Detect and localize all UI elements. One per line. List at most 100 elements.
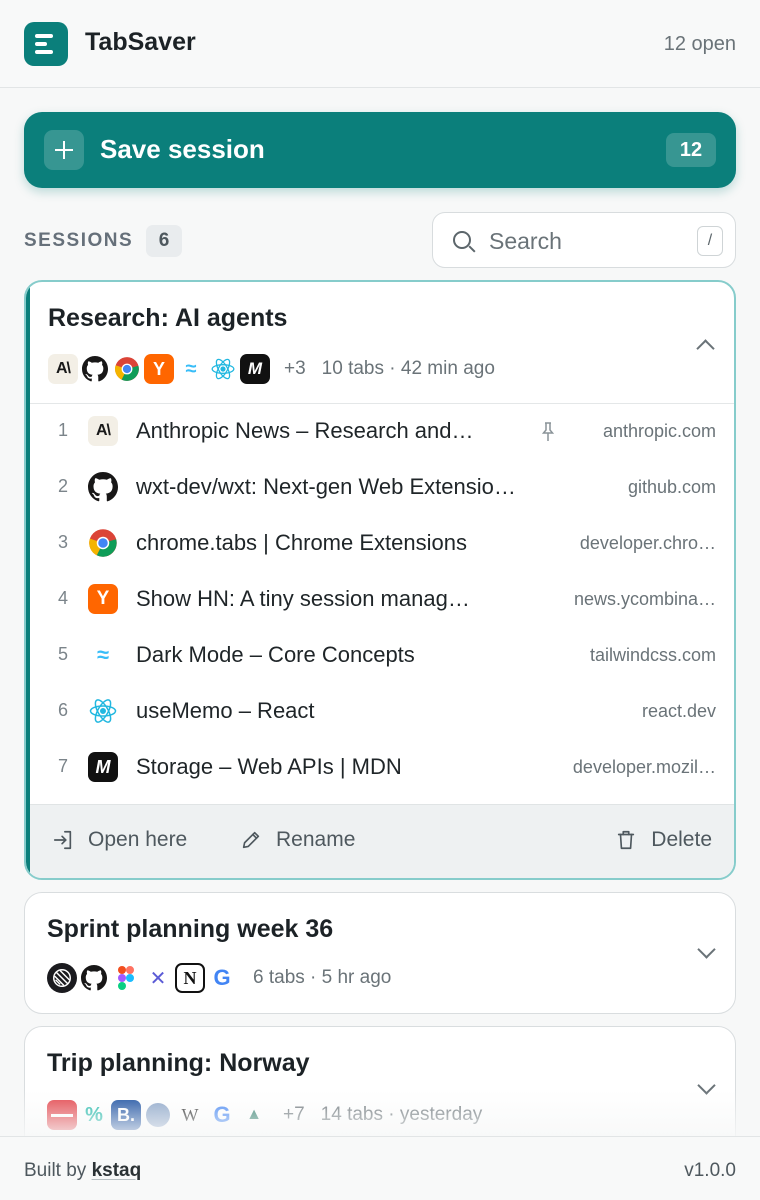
session-title[interactable]: Research: AI agents [48,304,287,333]
tab-domain: anthropic.com [602,421,716,441]
google-favicon-icon: G [207,1100,237,1130]
chevron-down-icon[interactable] [697,940,716,959]
tab-domain: developer.chro… [579,533,716,553]
session-meta-text: 10 tabs · 42 min ago [321,358,495,379]
tailwind-favicon-icon: ≈ [176,354,206,384]
github-favicon-icon [79,963,109,993]
tab-domain: tailwindcss.com [589,645,716,665]
tab-row[interactable]: 7 M Storage – Web APIs | MDN developer.m… [30,740,734,796]
wikipedia-favicon-icon: W [175,1100,205,1130]
tab-index: 5 [57,644,68,664]
pencil-icon [242,831,260,849]
tab-domain: developer.mozil… [572,757,716,777]
built-by: Built by kstaq [24,1160,141,1182]
react-favicon-icon [208,354,238,384]
hopper-favicon-icon: % [79,1100,109,1130]
figma-favicon-icon [111,963,141,993]
anthropic-favicon-icon: A\ [48,354,78,384]
open-in-icon [53,830,72,850]
session-title[interactable]: Sprint planning week 36 [47,915,333,944]
author-link[interactable]: kstaq [92,1160,142,1181]
session-meta-text: 6 tabs · 5 hr ago [253,967,392,988]
github-favicon-icon [88,472,118,502]
save-tab-count-badge: 12 [666,133,716,167]
app-footer: Built by kstaq v1.0.0 [0,1136,760,1200]
save-session-label: Save session [100,134,265,164]
tab-title: wxt-dev/wxt: Next-gen Web Extensio… [136,474,516,499]
tab-index: 3 [57,532,68,552]
github-favicon-icon [80,354,110,384]
tools-favicon-icon: ✕ [143,963,173,993]
session-title[interactable]: Trip planning: Norway [47,1049,310,1078]
app-header: TabSaver 12 open [0,0,760,88]
session-card-research: Research: AI agents A\ Y ≈ M +3 10 tabs … [24,280,736,880]
delete-button[interactable]: Delete [615,828,712,852]
tab-list: 1 A\ Anthropic News – Research and… anth… [30,403,734,796]
open-here-button[interactable]: Open here [52,828,187,852]
rename-button[interactable]: Rename [240,828,355,852]
extra-favicons-count: +3 [284,358,306,379]
save-session-button[interactable]: Save session 12 [24,112,736,188]
chrome-favicon-icon [88,528,118,558]
linear-favicon-icon [47,963,77,993]
built-by-label: Built by [24,1160,87,1181]
notion-favicon-icon: N [175,963,205,993]
tab-domain: react.dev [641,701,716,721]
app-version: v1.0.0 [684,1160,736,1181]
chrome-favicon-icon [112,354,142,384]
delete-label: Delete [651,828,712,851]
pin-icon[interactable] [542,422,554,442]
globe-favicon-icon [143,1100,173,1130]
tab-title: Anthropic News – Research and… [136,418,474,443]
react-favicon-icon [88,696,118,726]
search-input[interactable] [489,225,679,257]
tab-title: Show HN: A tiny session manag… [136,586,470,611]
tab-index: 1 [57,420,68,440]
ycombinator-favicon-icon: Y [88,584,118,614]
tab-domain: news.ycombina… [573,589,716,609]
mdn-favicon-icon: M [88,752,118,782]
session-action-bar: Open here Rename Delete [30,804,734,878]
ycombinator-favicon-icon: Y [144,354,174,384]
chevron-up-icon[interactable] [696,339,715,358]
session-meta: ✕ N G 6 tabs · 5 hr ago [47,961,391,995]
sessions-count-badge: 6 [146,225,182,257]
search-shortcut-key: / [697,226,723,256]
trash-icon [618,830,635,850]
search-icon [453,231,471,249]
tabsaver-logo-icon [24,22,68,66]
tab-index: 6 [57,700,68,720]
tab-row[interactable]: 6 useMemo – React react.dev [30,684,734,740]
tab-title: Dark Mode – Core Concepts [136,642,415,667]
extra-favicons-count: +7 [283,1104,305,1125]
tab-title: Storage – Web APIs | MDN [136,754,402,779]
tailwind-favicon-icon: ≈ [88,640,118,670]
rename-label: Rename [276,828,356,851]
tab-row[interactable]: 1 A\ Anthropic News – Research and… anth… [30,404,734,460]
tab-index: 2 [57,476,68,496]
tab-row[interactable]: 4 Y Show HN: A tiny session manag… news.… [30,572,734,628]
google-favicon-icon: G [207,963,237,993]
open-here-label: Open here [88,828,188,851]
chevron-down-icon[interactable] [697,1076,716,1095]
tab-title: chrome.tabs | Chrome Extensions [136,530,467,555]
tab-row[interactable]: 2 wxt-dev/wxt: Next-gen Web Extensio… gi… [30,460,734,516]
tab-row[interactable]: 5 ≈ Dark Mode – Core Concepts tailwindcs… [30,628,734,684]
airline-favicon-icon [47,1100,77,1130]
session-meta: A\ Y ≈ M +3 10 tabs · 42 min ago [48,352,495,386]
plus-icon [44,130,84,170]
tab-title: useMemo – React [136,698,315,723]
session-meta-text: 14 tabs · yesterday [320,1104,483,1125]
sessions-heading: SESSIONS [24,230,134,251]
anthropic-favicon-icon: A\ [88,416,118,446]
session-card-sprint[interactable]: Sprint planning week 36 ✕ N G 6 tabs · 5… [24,892,736,1014]
tab-index: 4 [57,588,68,608]
maps-favicon-icon: ▲ [239,1100,269,1130]
tab-index: 7 [57,756,68,776]
session-meta: % B. W G ▲ +7 14 tabs · yesterday [47,1098,482,1132]
open-tab-count: 12 open [663,33,736,55]
search-box[interactable]: / [432,212,736,268]
tab-row[interactable]: 3 chrome.tabs | Chrome Extensions develo… [30,516,734,572]
tab-domain: github.com [627,477,716,497]
mdn-favicon-icon: M [240,354,270,384]
